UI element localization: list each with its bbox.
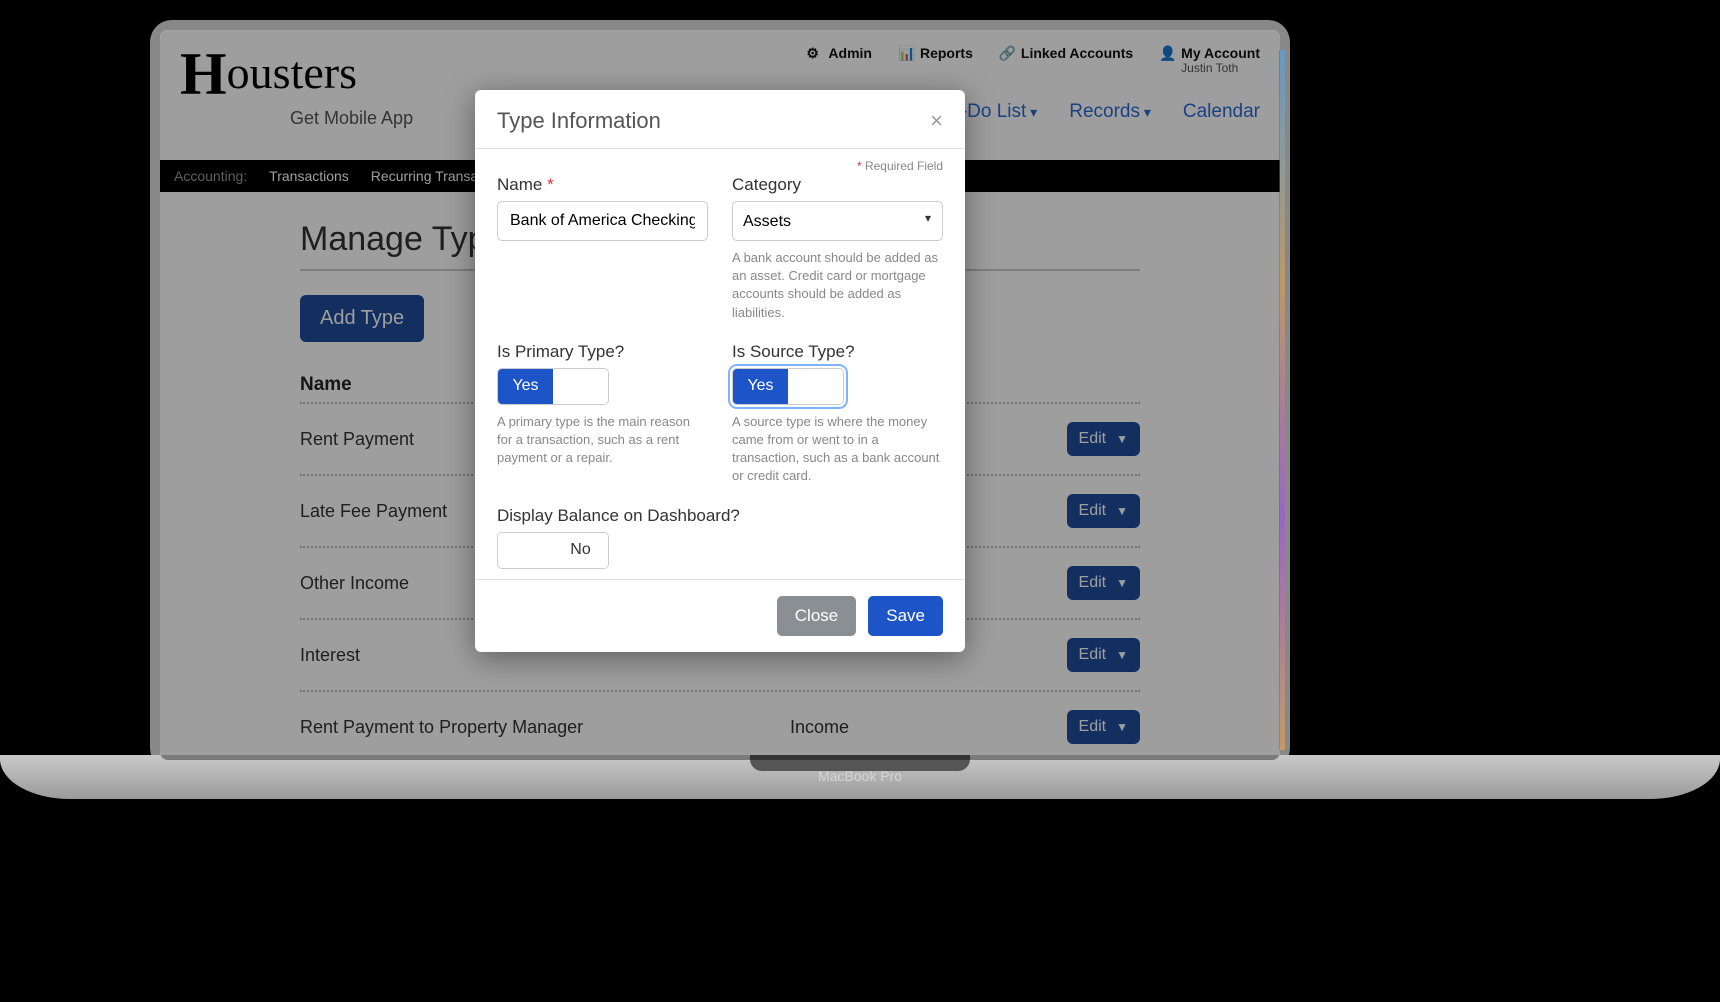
category-select[interactable]: Assets bbox=[732, 201, 943, 241]
primary-type-yes[interactable]: Yes bbox=[498, 369, 553, 404]
name-input[interactable] bbox=[497, 201, 708, 241]
close-button[interactable]: Close bbox=[777, 596, 856, 636]
required-field-note: * Required Field bbox=[497, 159, 943, 173]
source-type-toggle[interactable]: Yes bbox=[732, 368, 844, 405]
primary-type-help: A primary type is the main reason for a … bbox=[497, 413, 708, 468]
modal-title: Type Information bbox=[497, 108, 661, 134]
modal-footer: Close Save bbox=[475, 579, 965, 652]
screen: Housters Get Mobile App ⚙Admin 📊Reports … bbox=[160, 30, 1280, 760]
display-balance-no[interactable]: No bbox=[553, 533, 608, 568]
name-field-label: Name * bbox=[497, 175, 708, 195]
laptop-bezel: Housters Get Mobile App ⚙Admin 📊Reports … bbox=[150, 20, 1290, 770]
display-balance-off[interactable] bbox=[498, 533, 553, 568]
category-help-text: A bank account should be added as an ass… bbox=[732, 249, 943, 322]
category-field-label: Category bbox=[732, 175, 943, 195]
type-information-modal: Type Information × * Required Field Name… bbox=[475, 90, 965, 652]
modal-close-button[interactable]: × bbox=[930, 108, 943, 134]
primary-type-no[interactable] bbox=[553, 369, 608, 404]
display-balance-label: Display Balance on Dashboard? bbox=[497, 506, 943, 526]
display-balance-toggle[interactable]: No bbox=[497, 532, 609, 569]
primary-type-toggle[interactable]: Yes bbox=[497, 368, 609, 405]
modal-backdrop[interactable]: Type Information × * Required Field Name… bbox=[160, 30, 1280, 760]
source-type-help: A source type is where the money came fr… bbox=[732, 413, 943, 486]
close-icon: × bbox=[930, 108, 943, 133]
laptop-brand-label: MacBook Pro bbox=[818, 768, 902, 784]
source-type-no[interactable] bbox=[788, 369, 843, 404]
modal-body: * Required Field Name * Category Assets bbox=[475, 149, 965, 579]
source-type-label: Is Source Type? bbox=[732, 342, 943, 362]
primary-type-label: Is Primary Type? bbox=[497, 342, 708, 362]
modal-header: Type Information × bbox=[475, 90, 965, 149]
save-button[interactable]: Save bbox=[868, 596, 943, 636]
source-type-yes[interactable]: Yes bbox=[733, 369, 788, 404]
